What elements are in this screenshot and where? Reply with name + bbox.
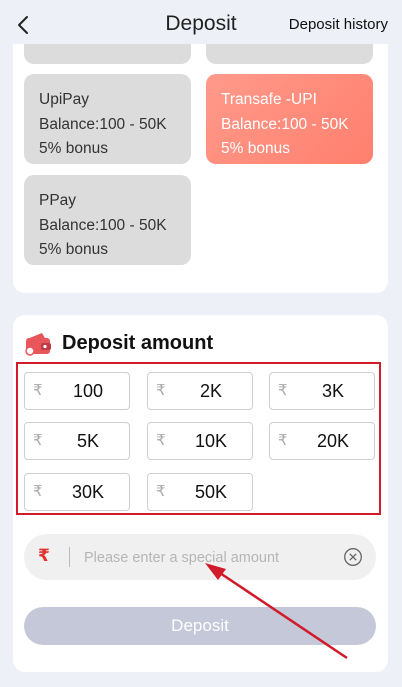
channel-bonus: 5% bonus (39, 140, 108, 157)
payment-channels-card: UpiPay Balance:100 - 50K 5% bonus Transa… (13, 44, 388, 293)
channel-bonus: 5% bonus (39, 241, 108, 258)
wallet-icon (25, 333, 51, 356)
divider (69, 547, 70, 567)
channel-balance: Balance:100 - 50K (221, 115, 349, 133)
channel-transafe-upi[interactable]: Transafe -UPI Balance:100 - 50K 5% bonus (206, 74, 373, 164)
amount-option-2k[interactable]: ₹ 2K (147, 372, 253, 410)
clear-icon[interactable] (343, 547, 363, 567)
channel-partial-left[interactable] (24, 44, 191, 64)
amount-value: 100 (72, 381, 104, 401)
amount-option-5k[interactable]: ₹ 5K (24, 422, 130, 460)
rupee-icon: ₹ (33, 432, 43, 449)
channel-upipay[interactable]: UpiPay Balance:100 - 50K 5% bonus (24, 74, 191, 164)
channel-balance: Balance:100 - 50K (39, 115, 167, 133)
amount-value: 5K (76, 431, 100, 451)
special-amount-field[interactable]: ₹ (24, 534, 376, 580)
special-amount-input[interactable] (82, 542, 336, 574)
amount-option-20k[interactable]: ₹ 20K (269, 422, 375, 460)
amount-value: 50K (194, 482, 228, 502)
deposit-history-link[interactable]: Deposit history (289, 16, 388, 33)
channel-ppay[interactable]: PPay Balance:100 - 50K 5% bonus (24, 175, 191, 265)
amount-option-30k[interactable]: ₹ 30K (24, 473, 130, 511)
rupee-icon: ₹ (156, 432, 166, 449)
channel-bonus: 5% bonus (221, 140, 290, 157)
channel-partial-right[interactable] (206, 44, 373, 64)
channel-name: PPay (39, 192, 77, 209)
channel-name: UpiPay (39, 91, 89, 108)
rupee-icon: ₹ (38, 546, 50, 565)
rupee-icon: ₹ (33, 483, 43, 500)
deposit-amount-card: Deposit amount ₹ 100 ₹ 2K ₹ 3K ₹ 5K ₹ 10… (13, 315, 388, 672)
amount-value: 20K (316, 431, 350, 451)
deposit-button[interactable]: Deposit (24, 607, 376, 645)
amount-value: 30K (71, 482, 105, 502)
rupee-icon: ₹ (278, 432, 288, 449)
amount-value: 3K (321, 381, 345, 401)
rupee-icon: ₹ (156, 382, 166, 399)
rupee-icon: ₹ (278, 382, 288, 399)
amount-option-10k[interactable]: ₹ 10K (147, 422, 253, 460)
amount-option-3k[interactable]: ₹ 3K (269, 372, 375, 410)
rupee-icon: ₹ (33, 382, 43, 399)
amount-value: 2K (199, 381, 223, 401)
deposit-amount-title: Deposit amount (62, 332, 214, 354)
amount-value: 10K (194, 431, 228, 451)
channel-balance: Balance:100 - 50K (39, 216, 167, 234)
channel-name: Transafe -UPI (221, 91, 317, 108)
rupee-icon: ₹ (156, 483, 166, 500)
header: Deposit Deposit history (0, 0, 402, 50)
amount-option-50k[interactable]: ₹ 50K (147, 473, 253, 511)
amount-option-100[interactable]: ₹ 100 (24, 372, 130, 410)
